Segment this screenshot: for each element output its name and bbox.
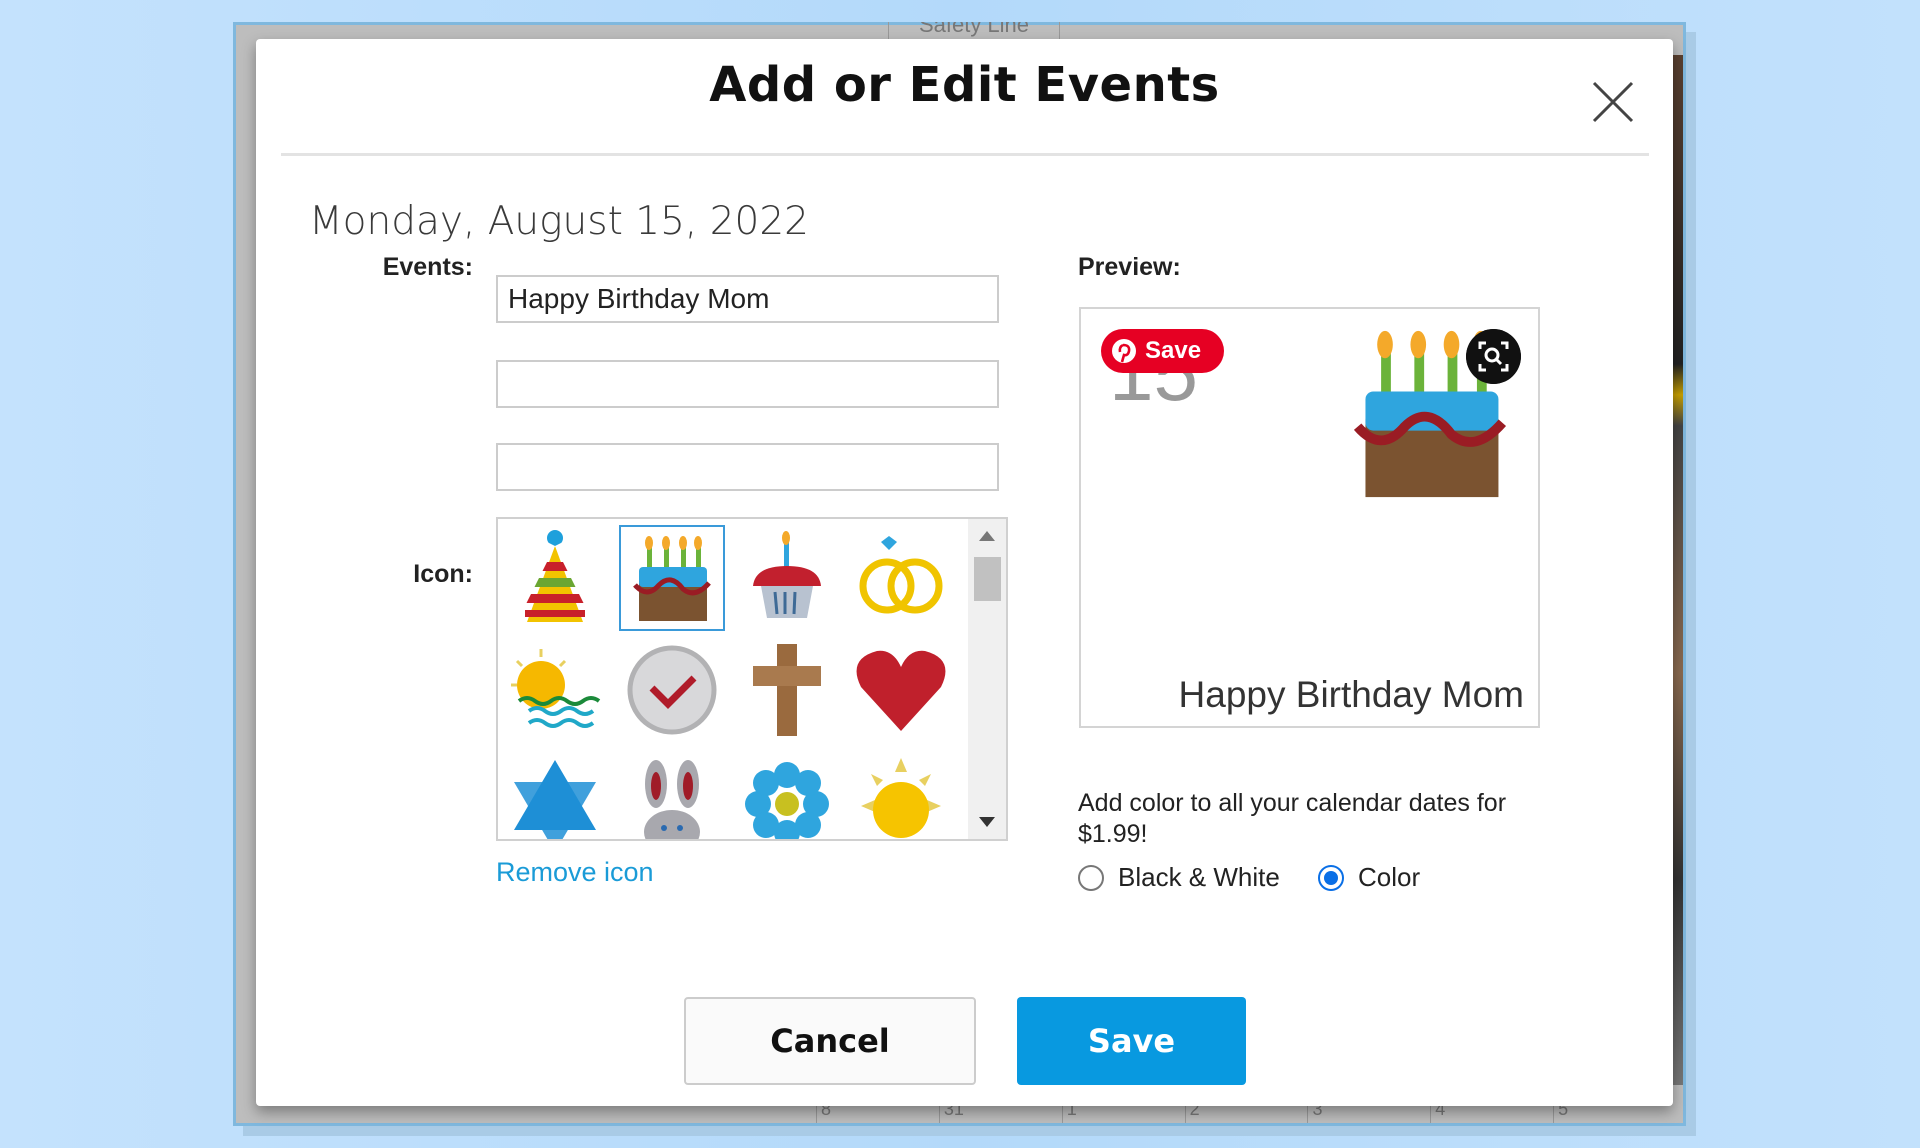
icon-option-cupcake[interactable] — [734, 523, 840, 629]
check-circle-icon — [627, 645, 717, 735]
icon-picker — [496, 517, 1008, 841]
icon-picker-scrollbar[interactable] — [968, 519, 1006, 839]
background-tab: Safety Line — [888, 22, 1060, 40]
divider — [281, 153, 1649, 156]
remove-icon-link[interactable]: Remove icon — [496, 857, 654, 888]
icon-option-check-circle[interactable] — [619, 637, 725, 743]
sun-icon — [861, 758, 941, 838]
preview-event-text: Happy Birthday Mom — [1178, 674, 1524, 715]
scroll-down-icon[interactable] — [979, 817, 995, 827]
radio-label: Black & White — [1118, 862, 1280, 892]
scrollbar-thumb[interactable] — [974, 557, 1001, 601]
radio-label: Color — [1358, 862, 1421, 892]
icon-option-star-of-david[interactable] — [502, 751, 608, 839]
events-label: Events: — [382, 253, 473, 281]
icon-option-cross[interactable] — [734, 637, 840, 743]
visual-search-icon[interactable] — [1466, 329, 1521, 384]
preview-label: Preview: — [1078, 253, 1181, 281]
save-button[interactable]: Save — [1017, 997, 1246, 1085]
screenshot-frame: Safety Line 8 31 1 2 3 4 5 Add or Edit E… — [233, 22, 1686, 1126]
radio-color[interactable]: Color — [1318, 862, 1420, 893]
add-edit-events-dialog: Add or Edit Events Monday, August 15, 20… — [256, 39, 1673, 1106]
heart-icon — [856, 650, 946, 731]
wedding-rings-icon — [859, 536, 943, 614]
sunset-waves-icon — [511, 649, 601, 728]
icon-option-bunny[interactable] — [619, 751, 725, 839]
icon-label: Icon: — [413, 560, 473, 588]
pinterest-save-button[interactable]: Save — [1101, 329, 1224, 373]
event-input-2[interactable] — [496, 360, 999, 408]
cross-icon — [753, 644, 821, 736]
icon-option-sunset-waves[interactable] — [502, 637, 608, 743]
cancel-button[interactable]: Cancel — [684, 997, 976, 1085]
pinterest-save-label: Save — [1145, 337, 1202, 364]
icon-option-party-hat[interactable] — [502, 523, 608, 629]
dialog-title: Add or Edit Events — [709, 57, 1220, 113]
icon-option-heart[interactable] — [848, 637, 954, 743]
cupcake-icon — [753, 531, 821, 618]
scroll-up-icon[interactable] — [979, 531, 995, 541]
radio-circle[interactable] — [1078, 864, 1104, 891]
icon-option-birthday-cake[interactable] — [619, 525, 725, 631]
pinterest-icon — [1112, 339, 1136, 363]
event-input-3[interactable] — [496, 443, 999, 491]
close-icon[interactable] — [1590, 79, 1636, 125]
radio-black-white[interactable]: Black & White — [1078, 862, 1280, 893]
party-hat-icon — [515, 526, 595, 626]
preview-box: 15 Save Happy Birthday Mom — [1079, 307, 1540, 728]
color-upsell-text: Add color to all your calendar dates for… — [1078, 789, 1507, 848]
event-date: Monday, August 15, 2022 — [309, 199, 809, 244]
flower-icon — [745, 762, 829, 839]
birthday-cake-icon — [633, 536, 711, 621]
icon-option-flower[interactable] — [734, 751, 840, 839]
icon-option-wedding-rings[interactable] — [848, 523, 954, 629]
radio-circle-selected[interactable] — [1318, 864, 1344, 891]
bunny-icon — [644, 760, 700, 839]
icon-option-sun[interactable] — [848, 751, 954, 839]
star-of-david-icon — [514, 760, 596, 839]
event-input-1[interactable] — [496, 275, 999, 323]
